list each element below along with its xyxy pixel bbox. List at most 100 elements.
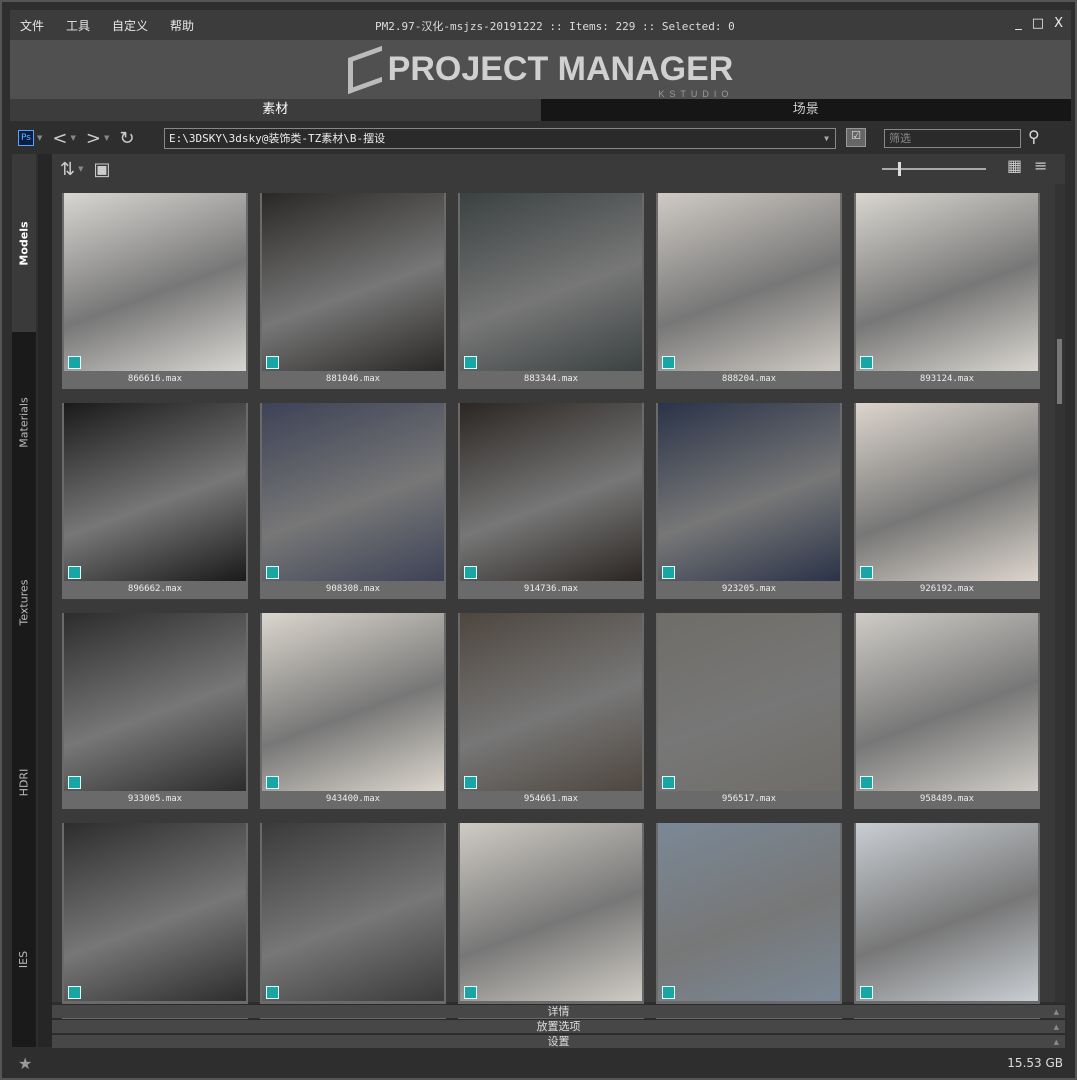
- asset-filename: 943400.max: [325, 794, 381, 804]
- panel-label: 详情: [547, 1005, 570, 1018]
- asset-thumbnail[interactable]: 943400.max: [260, 613, 446, 809]
- asset-thumbnail[interactable]: 958489.max: [854, 613, 1040, 809]
- thumbnail-image: [262, 613, 444, 791]
- asset-thumbnail[interactable]: 914736.max: [458, 403, 644, 599]
- thumbnail-image: [64, 823, 246, 1001]
- dropdown-arrow-icon[interactable]: ▼: [37, 134, 42, 142]
- refresh-button[interactable]: ↻: [119, 128, 134, 149]
- scrollbar-thumb[interactable]: [1057, 339, 1062, 404]
- max-file-icon: [266, 986, 279, 999]
- logo: PROJECT MANAGER KSTUDIO: [347, 45, 733, 99]
- thumbnail-image: [460, 823, 642, 1001]
- sync-icon[interactable]: ⇅: [60, 159, 75, 180]
- splitter[interactable]: [38, 154, 52, 1047]
- tab-scenes[interactable]: 场景: [540, 99, 1071, 121]
- sort-icon[interactable]: ≡: [1034, 156, 1047, 175]
- asset-thumbnail[interactable]: 883344.max: [458, 193, 644, 389]
- search-icon[interactable]: ⚲: [1028, 127, 1040, 146]
- menu-bar: 文件 工具 自定义 帮助: [10, 17, 206, 34]
- minimize-button[interactable]: _: [1015, 16, 1022, 31]
- side-tab-label: Materials: [17, 396, 31, 448]
- vertical-scrollbar[interactable]: [1055, 184, 1065, 1002]
- asset-thumbnail[interactable]: 923205.max: [656, 403, 842, 599]
- max-file-icon: [662, 356, 675, 369]
- menu-customize[interactable]: 自定义: [112, 19, 148, 33]
- panel-details[interactable]: 详情 ▲: [52, 1004, 1065, 1018]
- asset-filename: 888204.max: [721, 374, 777, 384]
- asset-filename: 881046.max: [325, 374, 381, 384]
- close-button[interactable]: X: [1054, 16, 1063, 31]
- max-file-icon: [662, 566, 675, 579]
- max-file-icon: [860, 986, 873, 999]
- slider-handle[interactable]: [898, 162, 901, 176]
- side-tab-models[interactable]: Models: [12, 154, 36, 332]
- thumbnail-image: [64, 613, 246, 791]
- asset-thumbnail[interactable]: [62, 823, 248, 1019]
- asset-thumbnail[interactable]: [854, 823, 1040, 1019]
- asset-thumbnail[interactable]: 896662.max: [62, 403, 248, 599]
- model-info-icon[interactable]: ▣: [93, 159, 110, 180]
- asset-thumbnail[interactable]: 926192.max: [854, 403, 1040, 599]
- collapse-icon[interactable]: ▲: [1054, 1035, 1059, 1049]
- menu-help[interactable]: 帮助: [170, 19, 194, 33]
- asset-filename: 933005.max: [127, 794, 183, 804]
- asset-filename: 908308.max: [325, 584, 381, 594]
- asset-thumbnail[interactable]: [260, 823, 446, 1019]
- panel-label: 放置选项: [536, 1020, 581, 1033]
- grid-view-icon[interactable]: ▦: [1007, 156, 1022, 175]
- menu-tools[interactable]: 工具: [66, 19, 90, 33]
- side-tab-label: Models: [17, 220, 31, 266]
- dropdown-arrow-icon[interactable]: ▼: [104, 134, 109, 142]
- thumbnail-image: [856, 613, 1038, 791]
- asset-thumbnail[interactable]: 866616.max: [62, 193, 248, 389]
- dropdown-arrow-icon[interactable]: ▼: [70, 134, 75, 142]
- photoshop-icon[interactable]: Ps: [18, 130, 34, 146]
- logo-mark-icon: [347, 45, 382, 94]
- menu-file[interactable]: 文件: [20, 19, 44, 33]
- collapse-icon[interactable]: ▲: [1054, 1005, 1059, 1019]
- asset-thumbnail[interactable]: 893124.max: [854, 193, 1040, 389]
- chevron-down-icon[interactable]: ▼: [824, 129, 829, 148]
- status-bar: ★ 15.53 GB: [10, 1050, 1071, 1078]
- max-file-icon: [860, 566, 873, 579]
- panel-settings[interactable]: 设置 ▲: [52, 1034, 1065, 1048]
- max-file-icon: [464, 566, 477, 579]
- asset-thumbnail[interactable]: 908308.max: [260, 403, 446, 599]
- dropdown-arrow-icon[interactable]: ▼: [78, 165, 83, 173]
- back-button[interactable]: <: [52, 128, 67, 149]
- thumbnail-size-slider[interactable]: [882, 162, 986, 176]
- thumbnail-image: [460, 193, 642, 371]
- asset-thumbnail[interactable]: 888204.max: [656, 193, 842, 389]
- asset-thumbnail[interactable]: [458, 823, 644, 1019]
- browser-toolbar: ⇅ ▼ ▣ ▦ ≡: [52, 154, 1065, 184]
- thumbnail-image: [262, 403, 444, 581]
- path-input[interactable]: E:\3DSKY\3dsky@装饰类-TZ素材\B-摆设 ▼: [164, 128, 836, 149]
- tab-assets[interactable]: 素材: [10, 99, 541, 121]
- asset-thumbnail[interactable]: 956517.max: [656, 613, 842, 809]
- collapse-icon[interactable]: ▲: [1054, 1020, 1059, 1034]
- asset-thumbnail[interactable]: 954661.max: [458, 613, 644, 809]
- thumbnail-image: [262, 823, 444, 1001]
- asset-thumbnail[interactable]: 933005.max: [62, 613, 248, 809]
- star-icon[interactable]: ★: [18, 1054, 32, 1073]
- maximize-button[interactable]: □: [1032, 16, 1044, 31]
- max-file-icon: [464, 986, 477, 999]
- side-tab-textures[interactable]: Textures: [12, 512, 36, 692]
- asset-thumbnail[interactable]: [656, 823, 842, 1019]
- asset-filename: 896662.max: [127, 584, 183, 594]
- thumbnail-image: [658, 823, 840, 1001]
- side-tab-materials[interactable]: Materials: [12, 332, 36, 512]
- thumbnail-image: [856, 823, 1038, 1001]
- path-value: E:\3DSKY\3dsky@装饰类-TZ素材\B-摆设: [169, 132, 386, 145]
- filter-toggle-icon[interactable]: ☑: [846, 128, 866, 147]
- side-tab-hdri[interactable]: HDRI: [12, 692, 36, 872]
- panel-placement-options[interactable]: 放置选项 ▲: [52, 1019, 1065, 1033]
- side-tab-ies[interactable]: IES: [12, 872, 36, 1047]
- asset-filename: 956517.max: [721, 794, 777, 804]
- max-file-icon: [266, 566, 279, 579]
- asset-thumbnail[interactable]: 881046.max: [260, 193, 446, 389]
- max-file-icon: [464, 356, 477, 369]
- category-tabs: Models Materials Textures HDRI IES: [12, 154, 36, 1047]
- filter-input[interactable]: 筛选: [884, 129, 1021, 148]
- forward-button[interactable]: >: [86, 128, 101, 149]
